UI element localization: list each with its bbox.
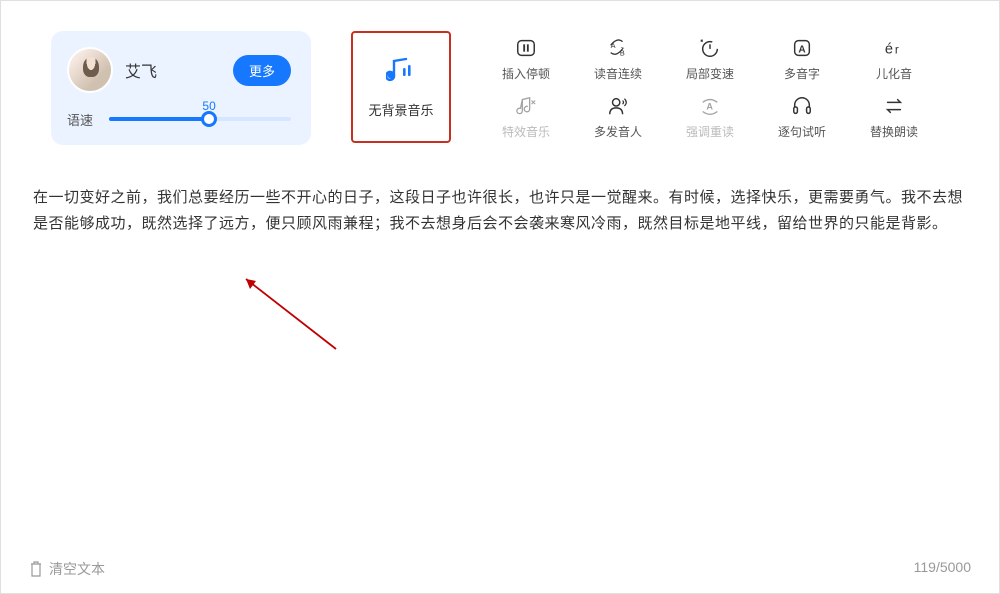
tool-read-continuous[interactable]: A B 读音连续 — [573, 31, 663, 87]
toolbar: 插入停顿 A B 读音连续 局部变速 A 多音 — [481, 31, 939, 145]
clear-text-label: 清空文本 — [49, 559, 105, 579]
annotation-arrow — [231, 269, 351, 359]
speed-clock-icon — [698, 37, 722, 59]
tool-insert-pause[interactable]: 插入停顿 — [481, 31, 571, 87]
more-button[interactable]: 更多 — [233, 55, 291, 86]
tool-sentence-preview[interactable]: 逐句试听 — [757, 89, 847, 145]
tool-replace-read[interactable]: 替换朗读 — [849, 89, 939, 145]
sfx-music-icon — [514, 95, 538, 117]
background-music-button[interactable]: 无背景音乐 — [351, 31, 451, 143]
tool-polyphone[interactable]: A 多音字 — [757, 31, 847, 87]
char-count: 119/5000 — [914, 559, 971, 579]
speed-label: 语速 — [67, 110, 97, 129]
tool-local-speed[interactable]: 局部变速 — [665, 31, 755, 87]
svg-text:r: r — [895, 42, 899, 56]
tool-erhua[interactable]: é r 儿化音 — [849, 31, 939, 87]
headphones-icon — [790, 95, 814, 117]
clear-text-button[interactable]: 清空文本 — [29, 559, 105, 579]
tool-multi-speaker[interactable]: 多发音人 — [573, 89, 663, 145]
voice-name: 艾飞 — [125, 58, 221, 82]
erhua-icon: é r — [882, 37, 906, 59]
svg-text:é: é — [885, 41, 893, 57]
speaker-person-icon — [606, 95, 630, 117]
voice-panel: 艾飞 更多 语速 50 — [51, 31, 311, 145]
bgm-label: 无背景音乐 — [368, 100, 433, 119]
pause-insert-icon — [514, 37, 538, 59]
polyphone-icon: A — [790, 37, 814, 59]
svg-text:A: A — [798, 44, 806, 55]
speed-slider[interactable]: 50 — [109, 109, 291, 129]
music-note-icon — [386, 56, 416, 86]
tool-sfx-music: 特效音乐 — [481, 89, 571, 145]
emphasize-icon: A — [698, 95, 722, 117]
continuous-icon: A B — [606, 37, 630, 59]
voice-avatar[interactable] — [67, 47, 113, 93]
trash-icon — [29, 561, 43, 577]
speed-value: 50 — [202, 99, 215, 113]
tool-emphasize: A 强调重读 — [665, 89, 755, 145]
svg-text:A: A — [706, 101, 713, 111]
text-content[interactable]: 在一切变好之前，我们总要经历一些不开心的日子，这段日子也许很长，也许只是一觉醒来… — [1, 165, 999, 236]
replace-icon — [882, 95, 906, 117]
